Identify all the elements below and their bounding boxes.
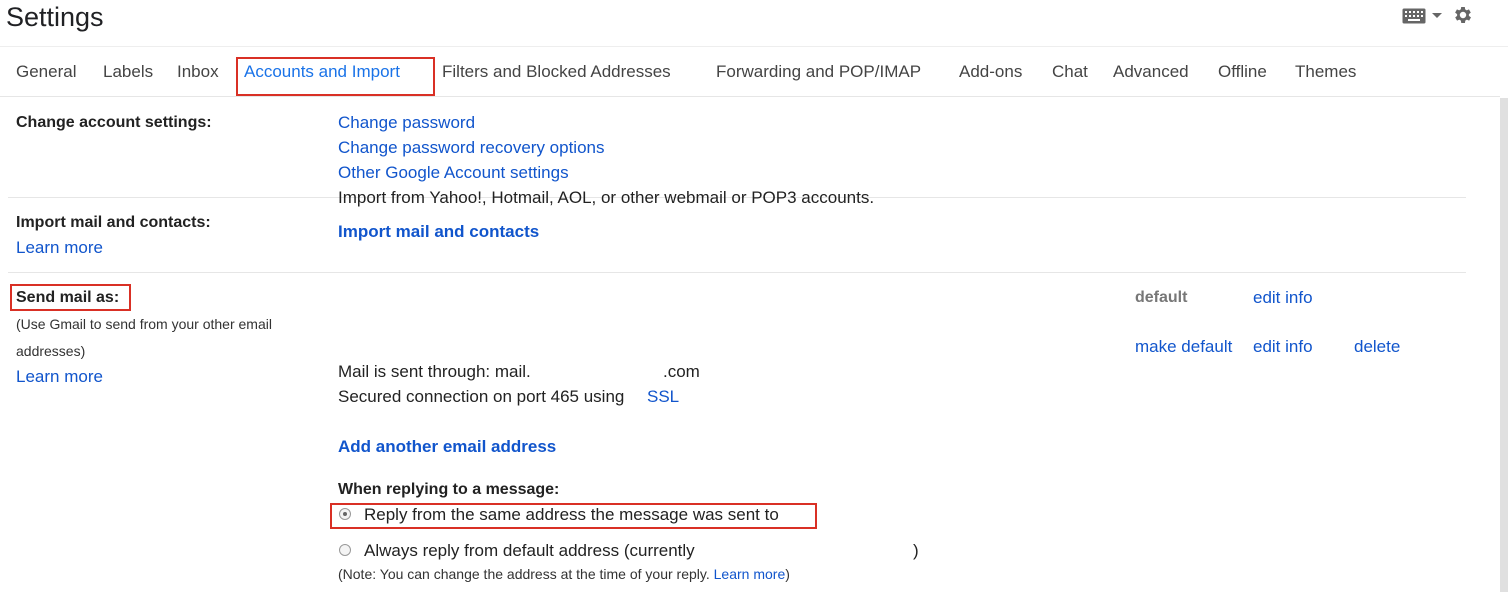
edit-info-link[interactable]: edit info	[1253, 288, 1313, 308]
add-email-address-button[interactable]: Add another email address	[338, 437, 556, 457]
tab-advanced[interactable]: Advanced	[1113, 62, 1189, 82]
tab-add-ons[interactable]: Add-ons	[959, 62, 1022, 82]
import-label: Import mail and contacts:	[16, 214, 211, 231]
header-divider	[0, 46, 1508, 47]
sent-through-text: Mail is sent through: mail.	[338, 362, 531, 381]
make-default-link[interactable]: make default	[1135, 337, 1232, 357]
scrollbar[interactable]	[1500, 98, 1508, 592]
edit-info-link[interactable]: edit info	[1253, 337, 1313, 357]
send-mail-learn-more-link[interactable]: Learn more	[16, 367, 103, 387]
reply-note-text: (Note: You can change the address at the…	[338, 566, 710, 582]
reply-note-learn-more-link[interactable]: Learn more	[714, 566, 786, 582]
reply-note-close: )	[785, 566, 790, 582]
replying-label: When replying to a message:	[338, 481, 560, 498]
import-description: Import from Yahoo!, Hotmail, AOL, or oth…	[338, 188, 875, 207]
change-password-link[interactable]: Change password	[338, 113, 475, 133]
default-badge: default	[1135, 289, 1188, 306]
keyboard-icon[interactable]	[1402, 8, 1426, 24]
tab-inbox[interactable]: Inbox	[177, 62, 219, 82]
tab-labels[interactable]: Labels	[103, 62, 153, 82]
secured-connection-text: Secured connection on port 465 using	[338, 387, 625, 406]
page-title: Settings	[6, 2, 104, 32]
tab-chat[interactable]: Chat	[1052, 62, 1088, 82]
tabs-divider	[0, 96, 1500, 97]
section-divider	[8, 272, 1466, 273]
reply-note: (Note: You can change the address at the…	[338, 566, 790, 582]
send-mail-note-2: addresses)	[16, 343, 86, 359]
tab-themes[interactable]: Themes	[1295, 62, 1356, 82]
delete-link[interactable]: delete	[1354, 337, 1400, 357]
tab-filters[interactable]: Filters and Blocked Addresses	[442, 62, 671, 82]
google-account-settings-link[interactable]: Other Google Account settings	[338, 163, 569, 183]
sent-through-domain-suffix: .com	[663, 362, 700, 381]
tab-general[interactable]: General	[16, 62, 76, 82]
tab-forwarding[interactable]: Forwarding and POP/IMAP	[716, 62, 921, 82]
change-account-label: Change account settings:	[16, 114, 212, 131]
reply-default-address-label[interactable]: Always reply from default address (curre…	[364, 541, 695, 561]
import-learn-more-link[interactable]: Learn more	[16, 238, 103, 258]
recovery-options-link[interactable]: Change password recovery options	[338, 138, 604, 158]
send-mail-note: (Use Gmail to send from your other email	[16, 316, 272, 332]
reply-default-address-suffix: )	[913, 541, 919, 560]
tab-offline[interactable]: Offline	[1218, 62, 1267, 82]
gear-icon[interactable]	[1452, 4, 1474, 26]
send-mail-highlight-box	[10, 284, 131, 311]
tab-highlight-box	[236, 57, 435, 96]
reply-default-address-radio[interactable]	[339, 544, 351, 556]
reply-option-highlight-box	[330, 503, 817, 529]
ssl-link[interactable]: SSL	[647, 387, 679, 407]
import-mail-button[interactable]: Import mail and contacts	[338, 222, 539, 242]
keyboard-dropdown-icon[interactable]	[1432, 13, 1442, 18]
